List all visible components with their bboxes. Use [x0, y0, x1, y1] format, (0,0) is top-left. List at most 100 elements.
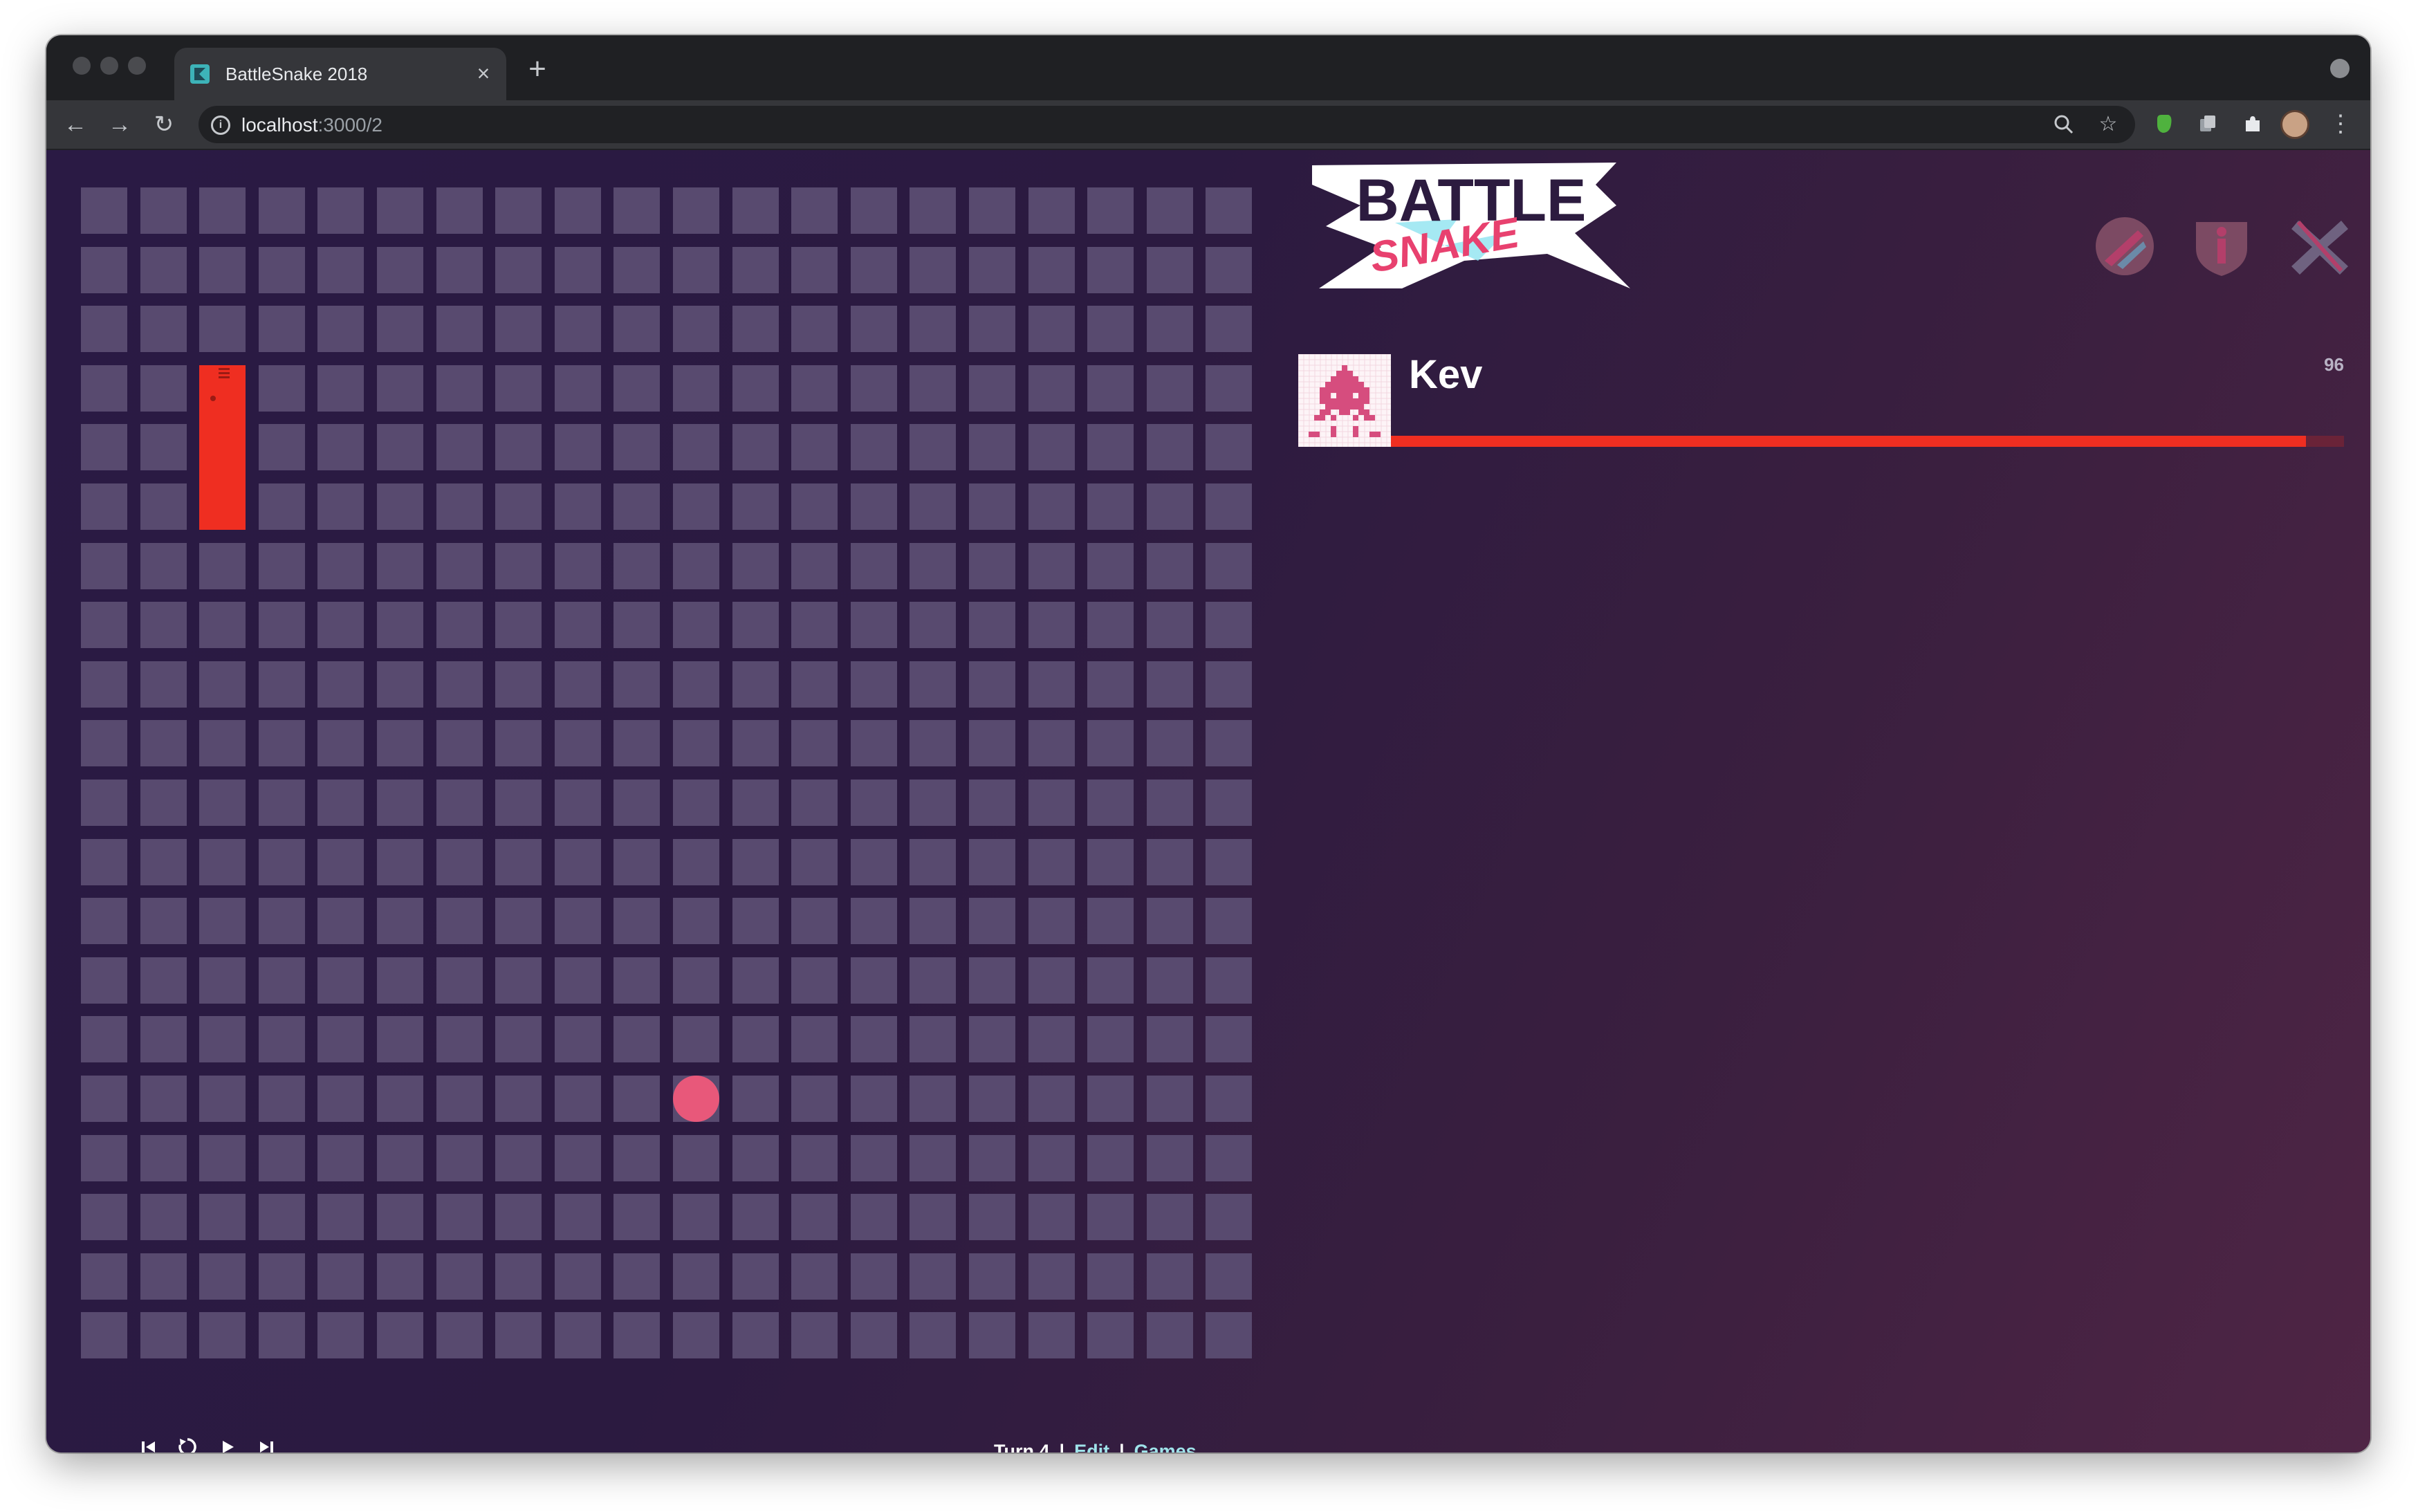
board-cell — [377, 957, 423, 1004]
board-cell — [1206, 720, 1253, 767]
board-cell — [436, 187, 483, 234]
board-cell — [732, 1194, 779, 1241]
snake-name: Kev — [1409, 352, 1483, 397]
bookmark-star-icon[interactable]: ☆ — [2096, 113, 2120, 136]
board-cell — [436, 780, 483, 826]
board-cell — [613, 542, 661, 589]
board-cell — [81, 365, 127, 412]
board-cell — [791, 246, 838, 293]
board-cell — [1028, 424, 1075, 471]
board-cell — [258, 1253, 305, 1300]
board-cell — [1146, 661, 1193, 708]
close-tab-icon[interactable]: × — [473, 62, 494, 84]
shield-info-icon[interactable] — [2188, 212, 2255, 280]
play-icon[interactable] — [214, 1433, 241, 1453]
board-cell — [199, 246, 246, 293]
address-bar[interactable]: i localhost:3000/2 ☆ — [199, 106, 2135, 143]
board-cell — [1087, 483, 1134, 530]
board-cell — [969, 1312, 1015, 1359]
board-cell — [732, 1134, 779, 1181]
profile-avatar[interactable] — [2280, 110, 2309, 139]
board-cell — [258, 720, 305, 767]
board-cell — [969, 306, 1015, 353]
board-cell — [791, 602, 838, 649]
board-cell — [613, 838, 661, 885]
board-cell — [613, 1016, 661, 1063]
board-cell — [850, 1194, 897, 1241]
board-cell — [1087, 1253, 1134, 1300]
forward-arrow-icon[interactable]: → — [104, 109, 135, 140]
board-cell — [258, 365, 305, 412]
board-cell — [791, 838, 838, 885]
board-cell — [732, 1016, 779, 1063]
board-cell — [850, 780, 897, 826]
board-cell — [850, 1312, 897, 1359]
board-cell — [850, 483, 897, 530]
board-cell — [317, 898, 364, 945]
board-cell — [140, 1134, 187, 1181]
board-cell — [1028, 306, 1075, 353]
board-cell — [1206, 838, 1253, 885]
board-cell — [732, 957, 779, 1004]
skip-to-end-icon[interactable] — [252, 1433, 280, 1453]
new-tab-button[interactable]: + — [524, 54, 551, 84]
site-info-icon[interactable]: i — [211, 116, 230, 135]
board-cell — [554, 365, 601, 412]
board-cell — [1206, 1134, 1253, 1181]
board-cell — [850, 1076, 897, 1122]
board-cell — [81, 720, 127, 767]
board-cell — [1028, 780, 1075, 826]
health-bar — [1391, 436, 2344, 447]
board-cell — [969, 483, 1015, 530]
board-cell — [613, 957, 661, 1004]
games-link[interactable]: Games — [1134, 1441, 1197, 1453]
rewind-to-start-icon[interactable] — [135, 1433, 163, 1453]
maximize-window-button[interactable] — [128, 57, 146, 75]
close-window-button[interactable] — [73, 57, 91, 75]
board-cell — [850, 542, 897, 589]
board-cell — [1028, 838, 1075, 885]
replay-icon[interactable] — [174, 1433, 201, 1453]
board-cell — [1087, 1194, 1134, 1241]
board-cell — [850, 424, 897, 471]
board-cell — [673, 187, 719, 234]
board-cell — [199, 1016, 246, 1063]
board-cell — [1087, 424, 1134, 471]
board-cell — [732, 602, 779, 649]
board-cell — [1206, 1076, 1253, 1122]
browser-menu-icon[interactable]: ⋮ — [2329, 109, 2352, 139]
board-cell — [436, 1076, 483, 1122]
copy-extension-icon[interactable] — [2196, 112, 2219, 136]
zoom-icon[interactable] — [2052, 113, 2076, 136]
close-x-icon[interactable] — [2286, 212, 2354, 280]
board-cell — [673, 424, 719, 471]
board-cell — [140, 483, 187, 530]
board-cell — [258, 1194, 305, 1241]
board-cell — [258, 187, 305, 234]
extensions-puzzle-icon[interactable] — [2240, 112, 2264, 136]
reload-icon[interactable]: ↻ — [149, 109, 179, 140]
board-cell — [199, 720, 246, 767]
minimize-window-button[interactable] — [100, 57, 118, 75]
tab-title: BattleSnake 2018 — [225, 63, 368, 84]
board-cell — [613, 424, 661, 471]
back-arrow-icon[interactable]: ← — [60, 109, 91, 140]
browser-tab[interactable]: BattleSnake 2018 × — [174, 48, 506, 100]
board-cell — [910, 898, 957, 945]
board-cell — [377, 838, 423, 885]
tab-search-icon[interactable] — [2330, 59, 2350, 78]
board-cell — [554, 424, 601, 471]
board-cell — [495, 957, 542, 1004]
board-cell — [613, 246, 661, 293]
board-cell — [850, 187, 897, 234]
board-cell — [317, 838, 364, 885]
board-cell — [140, 246, 187, 293]
board-cell — [732, 780, 779, 826]
board-cell — [732, 306, 779, 353]
board-cell — [317, 1312, 364, 1359]
snake-badge-icon[interactable] — [2091, 212, 2159, 280]
edit-link[interactable]: Edit — [1074, 1441, 1109, 1453]
separator: | — [1119, 1441, 1125, 1453]
board-cell — [673, 838, 719, 885]
evernote-extension-icon[interactable] — [2152, 112, 2175, 136]
